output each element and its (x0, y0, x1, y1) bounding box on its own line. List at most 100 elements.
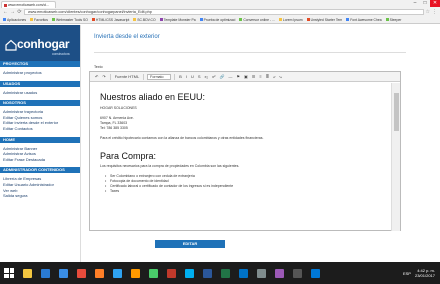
reload-icon[interactable]: ⟳ (17, 9, 22, 15)
dreamweaver-icon (148, 268, 158, 278)
taskbar-app-mail[interactable] (306, 262, 324, 284)
undo-icon[interactable]: ↶ (94, 74, 99, 80)
editor-content[interactable]: Nuestros aliado en EEUU: HOGAR SOLUCIONE… (90, 83, 392, 231)
bookmark-icon (159, 18, 163, 21)
toolbar-button[interactable]: ≡ (258, 74, 262, 80)
bookmark-item[interactable]: Font Awesome Chea (346, 18, 382, 22)
system-tray: ESP 4:42 p. m. 23/01/2017 (403, 268, 440, 278)
taskbar-app-dreamweaver[interactable] (144, 262, 162, 284)
language-indicator[interactable]: ESP (403, 271, 411, 276)
menu-icon[interactable]: ⋮ (432, 9, 437, 15)
start-button[interactable] (0, 262, 18, 284)
toolbar-button[interactable]: ▣ (243, 74, 249, 80)
bookmark-item[interactable]: Webmaster Tools SO (52, 18, 88, 22)
rich-text-editor[interactable]: ↶ ↷ Fuente HTML Formato B I U Sx₂ x² 🔗 — ⚑ ▣ ☰ ≡ ≣ ⤶… (89, 71, 401, 231)
bookmark-label: Unstyled Starter Tem (310, 17, 343, 22)
windows-icon (4, 268, 14, 278)
sidebar-link[interactable]: Administrar usados (3, 90, 80, 96)
taskbar-app-store[interactable] (54, 262, 72, 284)
sidebar-section-items: Administrar proyectos (0, 67, 80, 81)
taskbar-app-firefox[interactable] (90, 262, 108, 284)
bookmark-item[interactable]: Unstyled Starter Tem (306, 17, 343, 22)
toolbar-button[interactable]: U (190, 74, 195, 80)
address-bar[interactable]: www.emoticaweb.com/clientes/conhogar/con… (24, 9, 424, 15)
taskbar-app-outlook[interactable] (234, 262, 252, 284)
favicon-icon (4, 4, 7, 7)
bookmark-star-icon[interactable]: ☆ (426, 9, 430, 15)
bookmark-item[interactable]: Prueba de optimizaci (199, 18, 235, 22)
page-title: Invierta desde el exterior (94, 34, 160, 40)
browser-tab[interactable]: www.emoticaweb.com/cl... (1, 1, 56, 8)
toolbar-button[interactable]: — (227, 74, 233, 80)
logo[interactable]: conhogar constructora (0, 25, 80, 61)
toolbar-button[interactable]: x² (211, 74, 216, 80)
toolbar-button[interactable]: ☰ (251, 74, 257, 80)
bookmark-label: HTML/CSS Javascript (95, 17, 130, 22)
toolbar-button[interactable]: 🔗 (218, 74, 225, 80)
bookmark-item[interactable]: Conversor online - ... (239, 18, 275, 22)
toolbar-buttons: B I U Sx₂ x² 🔗 — ⚑ ▣ ☰ ≡ ≣ ⤶ ⤷ (178, 74, 282, 80)
toolbar-button[interactable]: ⚑ (235, 74, 241, 80)
back-icon[interactable]: ← (3, 9, 8, 15)
browser-chrome: www.emoticaweb.com/cl... – □ ✕ ← → ⟳ www… (0, 0, 440, 24)
taskbar-app-media[interactable] (270, 262, 288, 284)
toolbar-button[interactable]: ≣ (265, 74, 270, 80)
taskbar-app-chrome[interactable] (72, 262, 90, 284)
bookmark-icon (30, 18, 34, 21)
list-item: Taxes (100, 189, 392, 194)
sidebar-link[interactable]: Editar Contactos (3, 126, 80, 132)
taskbar-apps (18, 262, 324, 284)
main-content: Invierta desde el exterior Texto ↶ ↷ Fue… (82, 25, 440, 262)
bookmark-item[interactable]: Template Monster Pa (159, 17, 196, 22)
minimize-button[interactable]: – (410, 0, 420, 7)
bookmark-item[interactable]: Favoritos (30, 18, 48, 22)
bookmark-icon (91, 18, 95, 21)
taskbar-app-word[interactable] (198, 262, 216, 284)
calculator-icon (292, 268, 302, 278)
source-html-button[interactable]: Fuente HTML (114, 74, 140, 80)
format-select[interactable]: Formato (147, 73, 172, 80)
firefox-icon (94, 268, 104, 278)
toolbar-separator (143, 73, 145, 80)
taskbar-app-calculator[interactable] (288, 262, 306, 284)
window-controls: – □ ✕ (410, 0, 440, 7)
toolbar-button[interactable]: B (178, 74, 183, 80)
logo-brand: conhogar (17, 37, 70, 51)
sidebar-link[interactable]: Salida segura (3, 193, 80, 199)
toolbar-button[interactable]: x₂ (204, 74, 210, 80)
toolbar-button[interactable]: ⤶ (272, 74, 276, 80)
redo-icon[interactable]: ↷ (101, 74, 106, 80)
house-logo-icon (5, 39, 17, 51)
bookmark-item[interactable]: Aplicaciones (3, 18, 26, 22)
taskbar-app-skype[interactable] (180, 262, 198, 284)
photoshop-icon (112, 268, 122, 278)
close-button[interactable]: ✕ (430, 0, 440, 7)
toolbar-button[interactable]: ⤷ (278, 74, 282, 80)
sidebar-link[interactable]: Editar Frase Destacada (3, 157, 80, 163)
taskbar-app-file-explorer[interactable] (18, 262, 36, 284)
scrollbar-thumb[interactable] (394, 93, 399, 131)
clock[interactable]: 4:42 p. m. 23/01/2017 (415, 268, 435, 278)
bookmark-item[interactable]: Sleeper (385, 18, 401, 22)
taskbar-app-notepad[interactable] (252, 262, 270, 284)
editor-scrollbar[interactable] (391, 83, 400, 231)
taskbar-app-edge[interactable] (36, 262, 54, 284)
bookmark-item[interactable]: Lorem Ipsum (278, 17, 303, 22)
taskbar-app-filezilla[interactable] (162, 262, 180, 284)
toolbar-button[interactable]: I (185, 74, 188, 80)
maximize-button[interactable]: □ (420, 0, 430, 7)
taskbar-app-photoshop[interactable] (108, 262, 126, 284)
divider (94, 52, 406, 53)
bookmark-item[interactable]: HTML/CSS Javascript (91, 17, 130, 22)
taskbar-app-excel[interactable] (216, 262, 234, 284)
sidebar-link[interactable]: Administrar proyectos (3, 70, 80, 76)
sidebar-section-items: Administrar usados (0, 87, 80, 101)
taskbar-app-illustrator[interactable] (126, 262, 144, 284)
toolbar-button[interactable]: S (197, 74, 202, 80)
forward-icon[interactable]: → (10, 9, 15, 15)
bookmark-label: Lorem Ipsum (282, 17, 303, 22)
bookmark-label: SC.BDV.CO (137, 17, 156, 22)
edit-submit-button[interactable]: EDITAR (155, 240, 225, 248)
bookmark-item[interactable]: SC.BDV.CO (133, 17, 156, 22)
bookmark-label: Template Monster Pa (163, 17, 196, 22)
